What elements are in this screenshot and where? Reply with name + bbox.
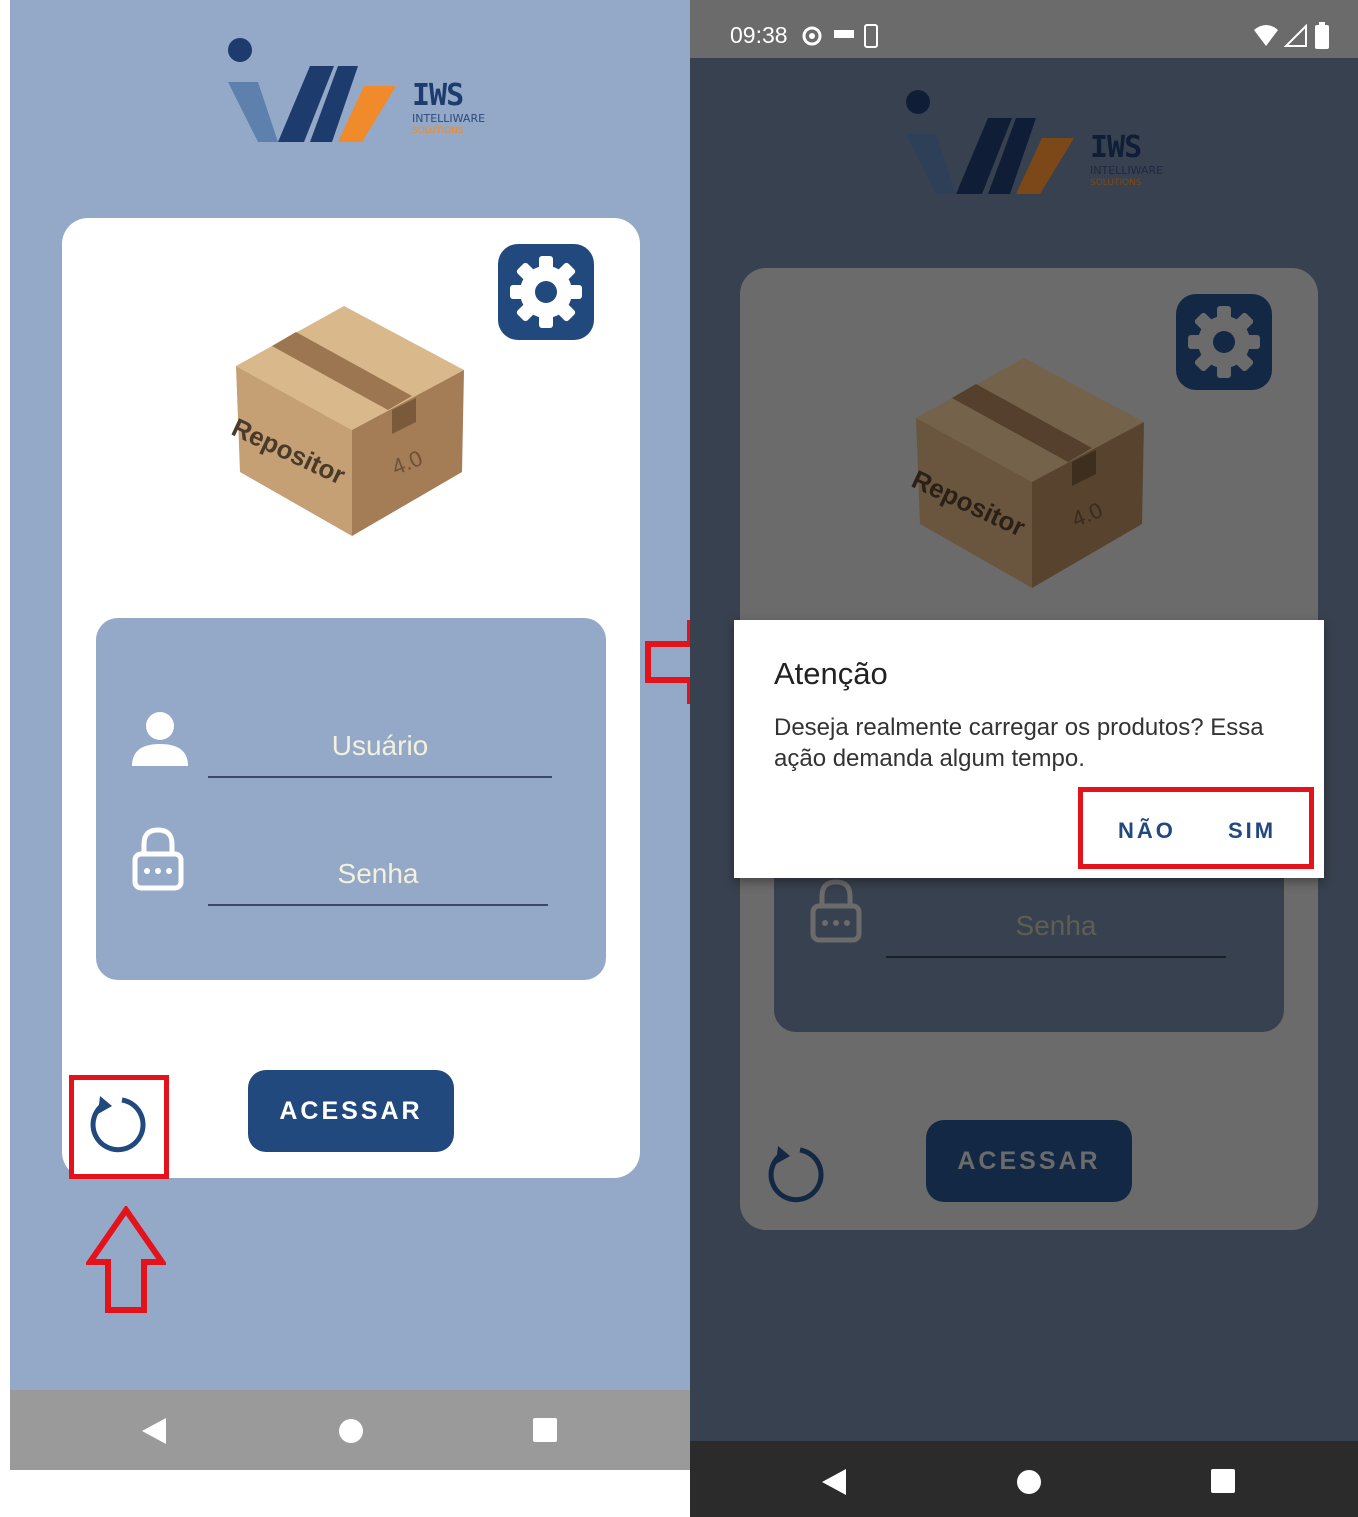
dialog-title: Atenção <box>774 656 888 691</box>
battery-icon <box>1315 22 1329 49</box>
gear-icon <box>1188 306 1260 378</box>
iws-logo-dimmed: IWS INTELLIWARE SOLUTIONS <box>906 86 1166 206</box>
arrow-up-icon <box>86 1206 166 1313</box>
refresh-highlight <box>69 1075 169 1179</box>
status-bar: 09:38 <box>690 0 1358 58</box>
gear-icon <box>510 256 582 328</box>
login-screen: IWS INTELLIWARE SOLUTIONS Repositor 4.0 … <box>10 0 690 1470</box>
logo-subtitle: INTELLIWARE <box>1090 164 1164 177</box>
box-illustration: Repositor 4.0 <box>907 354 1152 594</box>
back-icon[interactable] <box>820 1467 848 1497</box>
logo-tagline: SOLUTIONS <box>1090 178 1142 188</box>
recents-icon[interactable] <box>1210 1468 1236 1494</box>
logo-mark-icon <box>228 38 396 142</box>
password-underline <box>886 956 1226 958</box>
home-icon[interactable] <box>338 1418 364 1444</box>
credentials-panel: Usuário Senha <box>96 618 606 980</box>
password-input[interactable]: Senha <box>208 858 548 890</box>
username-input[interactable]: Usuário <box>208 730 552 762</box>
lock-icon <box>810 879 862 943</box>
settings-button[interactable] <box>1176 294 1272 390</box>
logo-text: IWS <box>412 78 464 113</box>
settings-button[interactable] <box>498 244 594 340</box>
logo-tagline: SOLUTIONS <box>412 126 464 136</box>
recents-icon[interactable] <box>532 1417 558 1443</box>
back-icon[interactable] <box>140 1416 168 1446</box>
dialog-buttons-highlight <box>1078 787 1314 869</box>
iws-logo: IWS INTELLIWARE SOLUTIONS <box>228 34 488 154</box>
navigation-bar <box>10 1390 690 1470</box>
confirm-load-screen: 09:38 IWS INTELLIWARE SOLUTIONS Reposito… <box>690 0 1358 1517</box>
sim-icon <box>864 24 878 48</box>
signal-icon <box>1284 24 1307 47</box>
home-icon[interactable] <box>1016 1469 1042 1495</box>
box-illustration: Repositor 4.0 <box>227 302 472 542</box>
login-card: Repositor 4.0 Usuário Senha ACESSAR <box>62 218 640 1178</box>
refresh-icon[interactable] <box>764 1142 826 1204</box>
logo-subtitle: INTELLIWARE <box>412 112 486 125</box>
logo-text: IWS <box>1090 130 1142 165</box>
lock-icon <box>132 827 184 891</box>
username-underline <box>208 776 552 778</box>
settings-status-icon <box>802 26 822 46</box>
user-icon <box>132 712 188 766</box>
status-time: 09:38 <box>730 22 788 48</box>
password-input[interactable]: Senha <box>886 910 1226 942</box>
password-underline <box>208 904 548 906</box>
dialog-message: Deseja realmente carregar os produtos? E… <box>774 714 1264 772</box>
notification-icon <box>834 30 854 38</box>
access-button[interactable]: ACESSAR <box>926 1120 1132 1202</box>
wifi-icon <box>1254 25 1278 46</box>
access-button[interactable]: ACESSAR <box>248 1070 454 1152</box>
navigation-bar <box>690 1441 1358 1517</box>
package-box-icon <box>916 358 1144 588</box>
package-box-icon <box>236 306 464 536</box>
logo-mark-icon <box>906 90 1074 194</box>
